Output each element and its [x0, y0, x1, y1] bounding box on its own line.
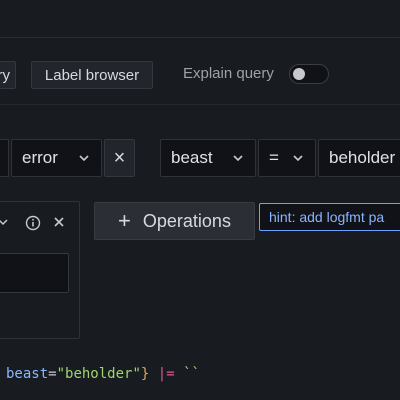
label-value-text-2: beholder: [329, 148, 396, 167]
operation-param-input[interactable]: [0, 253, 69, 293]
info-icon[interactable]: [25, 215, 41, 231]
label-value-text: error: [22, 148, 58, 167]
explain-query-label: Explain query: [183, 65, 274, 82]
plus-icon: +: [118, 208, 131, 233]
label-name-text: beast: [171, 148, 213, 167]
chevron-down-icon: [293, 155, 303, 162]
label-value-select-2[interactable]: beholder: [318, 139, 400, 177]
label-select-edge[interactable]: [0, 139, 9, 177]
explain-query-toggle[interactable]: [289, 64, 329, 84]
operator-select[interactable]: =: [258, 139, 316, 177]
chevron-down-icon[interactable]: [0, 216, 9, 228]
section-divider: [0, 104, 400, 105]
toggle-knob: [293, 68, 305, 80]
query-pipe-operator: |=: [157, 366, 175, 382]
label-value-select[interactable]: error: [11, 139, 102, 177]
query-equals: =: [48, 366, 57, 382]
top-bar: [0, 0, 400, 38]
query-label-name: beast: [6, 366, 49, 382]
label-browser-button[interactable]: Label browser: [31, 61, 153, 89]
label-name-select[interactable]: beast: [160, 139, 256, 177]
hint-badge[interactable]: hint: add logfmt pa: [259, 203, 400, 231]
add-operation-label: Operations: [142, 210, 231, 231]
add-operation-button[interactable]: + Operations: [94, 202, 255, 240]
query-button[interactable]: ry: [0, 61, 16, 89]
close-icon[interactable]: [52, 215, 66, 229]
query-label-value: "beholder": [56, 366, 141, 382]
query-line-filter: ``: [183, 366, 200, 382]
remove-filter-button[interactable]: ×: [104, 139, 135, 177]
query-close-brace: }: [140, 366, 150, 382]
chevron-down-icon: [79, 155, 89, 162]
query-preview: beast="beholder"} |= ``: [6, 366, 200, 382]
chevron-down-icon: [233, 155, 243, 162]
operator-text: =: [269, 148, 279, 167]
